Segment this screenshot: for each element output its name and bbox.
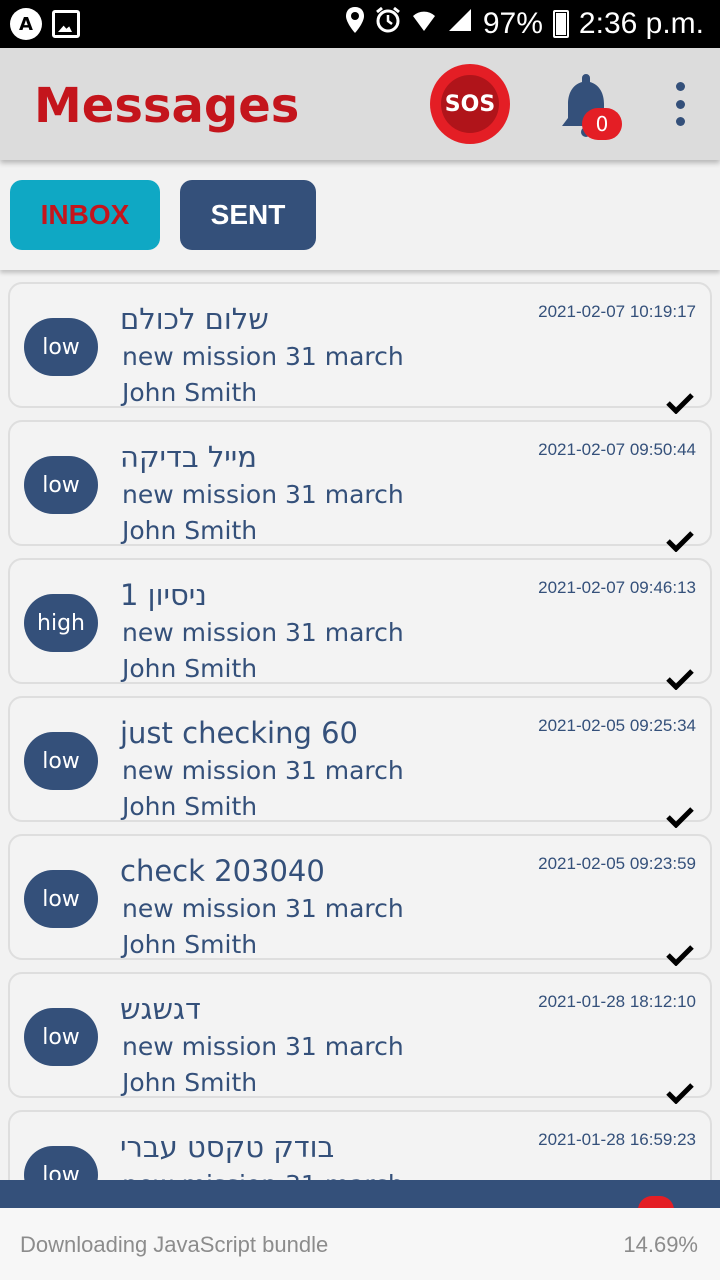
message-subject: ניסיון 1 xyxy=(120,578,207,612)
status-bar: A 97% 2:36 p.m. xyxy=(0,0,720,48)
priority-badge: low xyxy=(24,318,98,376)
tab-sent[interactable]: SENT xyxy=(180,180,316,250)
message-subject: check 203040 xyxy=(120,854,325,888)
priority-badge: low xyxy=(24,732,98,790)
app-notification-icon: A xyxy=(10,8,42,40)
message-card[interactable]: low מייל בדיקה 2021-02-07 09:50:44 new m… xyxy=(8,420,712,552)
read-check-icon xyxy=(666,945,694,966)
message-body: new mission 31 march xyxy=(122,342,404,371)
mailbox-tabs: INBOX SENT xyxy=(0,160,720,270)
bottom-navigation-bar xyxy=(0,1180,720,1210)
battery-icon xyxy=(552,9,569,38)
message-card[interactable]: low check 203040 2021-02-05 09:23:59 new… xyxy=(8,834,712,966)
message-subject: בודק טקסט עברי xyxy=(120,1130,335,1164)
sos-button[interactable]: SOS xyxy=(430,64,510,144)
bundle-loading-banner: Downloading JavaScript bundle 14.69% xyxy=(0,1208,720,1280)
message-subject: דגשגש xyxy=(120,992,201,1026)
priority-badge: low xyxy=(24,456,98,514)
read-check-icon xyxy=(666,669,694,690)
message-list[interactable]: low שלום לכולם 2021-02-07 10:19:17 new m… xyxy=(0,270,720,1180)
priority-badge: low xyxy=(24,1008,98,1066)
priority-badge: low xyxy=(24,870,98,928)
message-body: new mission 31 march xyxy=(122,618,404,647)
message-sender: John Smith xyxy=(122,1068,258,1097)
message-card[interactable]: low שלום לכולם 2021-02-07 10:19:17 new m… xyxy=(8,282,712,414)
message-body: new mission 31 march xyxy=(122,480,404,509)
read-check-icon xyxy=(666,807,694,828)
message-sender: John Smith xyxy=(122,792,258,821)
loading-percent: 14.69% xyxy=(623,1232,698,1257)
message-date: 2021-01-28 16:59:23 xyxy=(538,1130,696,1149)
read-check-icon xyxy=(666,531,694,552)
message-date: 2021-01-28 18:12:10 xyxy=(538,992,696,1011)
sos-label: SOS xyxy=(441,75,499,133)
read-check-icon xyxy=(666,393,694,414)
message-date: 2021-02-07 09:50:44 xyxy=(538,440,696,459)
message-card[interactable]: high ניסיון 1 2021-02-07 09:46:13 new mi… xyxy=(8,558,712,690)
wifi-icon xyxy=(411,7,437,40)
message-card[interactable]: low בודק טקסט עברי 2021-01-28 16:59:23 n… xyxy=(8,1110,712,1180)
message-body: new mission 31 march xyxy=(122,756,404,785)
message-card[interactable]: low just checking 60 2021-02-05 09:25:34… xyxy=(8,696,712,828)
message-date: 2021-02-05 09:25:34 xyxy=(538,716,696,735)
status-time: 2:36 p.m. xyxy=(578,6,704,40)
location-icon xyxy=(345,6,365,41)
priority-badge: high xyxy=(24,594,98,652)
image-notification-icon xyxy=(52,10,80,38)
message-date: 2021-02-07 10:19:17 xyxy=(538,302,696,321)
message-date: 2021-02-05 09:23:59 xyxy=(538,854,696,873)
page-title: Messages xyxy=(34,78,300,134)
message-sender: John Smith xyxy=(122,516,258,545)
overflow-menu-icon[interactable] xyxy=(668,82,692,126)
message-subject: מייל בדיקה xyxy=(120,440,257,474)
message-date: 2021-02-07 09:46:13 xyxy=(538,578,696,597)
alarm-icon xyxy=(375,6,401,41)
loading-text: Downloading JavaScript bundle xyxy=(20,1232,329,1257)
read-check-icon xyxy=(666,1083,694,1104)
message-body: new mission 31 march xyxy=(122,1170,404,1180)
message-card[interactable]: low דגשגש 2021-01-28 18:12:10 new missio… xyxy=(8,972,712,1104)
message-body: new mission 31 march xyxy=(122,894,404,923)
message-sender: John Smith xyxy=(122,930,258,959)
tab-inbox[interactable]: INBOX xyxy=(10,180,160,250)
message-subject: just checking 60 xyxy=(120,716,359,750)
app-header: Messages SOS 0 xyxy=(0,48,720,160)
signal-icon xyxy=(447,7,473,40)
message-subject: שלום לכולם xyxy=(120,302,269,336)
battery-percent: 97% xyxy=(482,6,543,40)
priority-badge: low xyxy=(24,1146,98,1180)
notification-count-badge: 0 xyxy=(582,108,622,140)
message-body: new mission 31 march xyxy=(122,1032,404,1061)
message-sender: John Smith xyxy=(122,378,258,407)
message-sender: John Smith xyxy=(122,654,258,683)
